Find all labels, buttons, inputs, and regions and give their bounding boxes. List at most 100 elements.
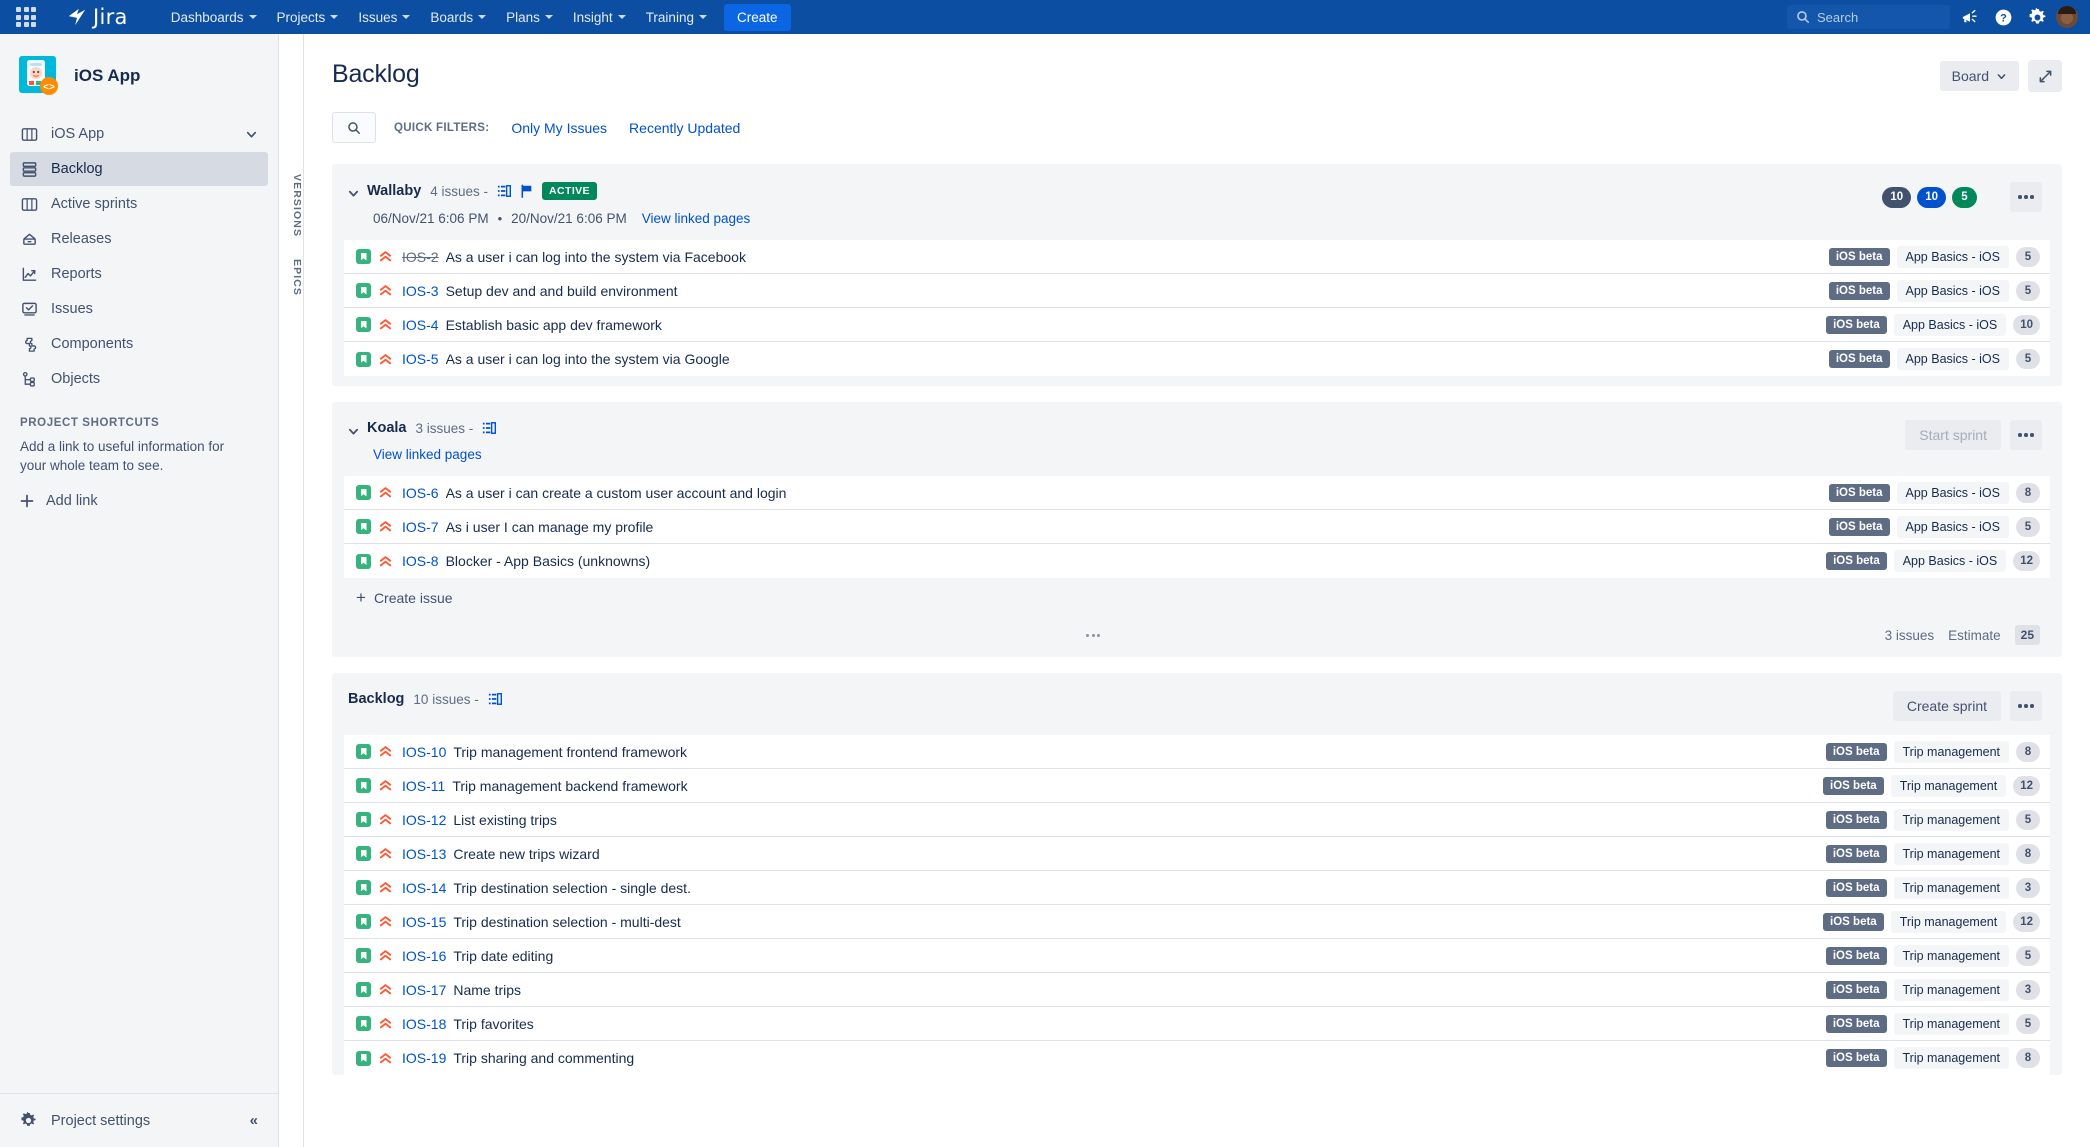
user-avatar[interactable] xyxy=(2056,6,2078,28)
announcements-button[interactable] xyxy=(1954,2,1984,32)
start-sprint-button[interactable]: Start sprint xyxy=(1905,420,2001,450)
project-settings-link[interactable]: Project settings xyxy=(51,1113,236,1129)
list-columns-icon[interactable] xyxy=(488,692,502,706)
sidebar-item-active-sprints[interactable]: Active sprints xyxy=(10,187,268,221)
issue-key[interactable]: IOS-6 xyxy=(402,485,439,501)
issue-row-ios-4[interactable]: IOS-4 Establish basic app dev framework … xyxy=(344,308,2050,342)
nav-item-dashboards[interactable]: Dashboards xyxy=(162,5,266,30)
issue-key[interactable]: IOS-13 xyxy=(402,846,446,862)
version-lozenge[interactable]: iOS beta xyxy=(1828,517,1890,536)
pill-todo[interactable]: 10 xyxy=(1882,186,1912,208)
story-points-badge[interactable]: 3 xyxy=(2016,877,2040,898)
project-header[interactable]: <> iOS App xyxy=(0,34,278,111)
nav-item-training[interactable]: Training xyxy=(637,5,716,30)
story-points-badge[interactable]: 8 xyxy=(2016,482,2040,503)
chevron-down-icon[interactable] xyxy=(344,422,362,440)
story-points-badge[interactable]: 5 xyxy=(2016,246,2040,267)
epic-lozenge[interactable]: App Basics - iOS xyxy=(1893,550,2007,572)
epic-lozenge[interactable]: Trip management xyxy=(1893,1012,2009,1035)
story-points-badge[interactable]: 12 xyxy=(2013,775,2040,796)
sprint-more-actions-button[interactable] xyxy=(2010,420,2042,450)
sidebar-item-objects[interactable]: Objects xyxy=(10,362,268,396)
flag-icon[interactable] xyxy=(520,184,533,198)
epic-lozenge[interactable]: App Basics - iOS xyxy=(1893,313,2007,336)
issue-key[interactable]: IOS-18 xyxy=(402,1016,446,1032)
story-points-badge[interactable]: 5 xyxy=(2016,1013,2040,1034)
backlog-more-actions-button[interactable] xyxy=(2010,691,2042,721)
version-lozenge[interactable]: iOS beta xyxy=(1825,1014,1887,1033)
issue-key[interactable]: IOS-10 xyxy=(402,744,446,760)
epic-lozenge[interactable]: Trip management xyxy=(1893,842,2009,865)
vertical-tab-versions[interactable]: VERSIONS xyxy=(279,174,303,237)
epic-lozenge[interactable]: App Basics - iOS xyxy=(1896,245,2009,268)
epic-lozenge[interactable]: App Basics - iOS xyxy=(1896,348,2009,370)
version-lozenge[interactable]: iOS beta xyxy=(1823,776,1884,795)
version-lozenge[interactable]: iOS beta xyxy=(1828,281,1890,300)
issue-row-ios-8[interactable]: IOS-8 Blocker - App Basics (unknowns) iO… xyxy=(344,544,2050,578)
epic-lozenge[interactable]: Trip management xyxy=(1893,944,2009,967)
issue-row-ios-2[interactable]: IOS-2 As a user i can log into the syste… xyxy=(344,240,2050,274)
issue-key[interactable]: IOS-4 xyxy=(402,317,439,333)
story-points-badge[interactable]: 10 xyxy=(2013,314,2040,335)
sidebar-item-reports[interactable]: Reports xyxy=(10,257,268,291)
backlog-scroll-area[interactable]: Wallaby 4 issues - ACTIVE 06/Nov/21 6:06… xyxy=(304,164,2090,1147)
view-linked-pages-link[interactable]: View linked pages xyxy=(642,211,751,226)
list-columns-icon[interactable] xyxy=(497,184,512,198)
sidebar-item-issues[interactable]: Issues xyxy=(10,292,268,326)
nav-item-projects[interactable]: Projects xyxy=(268,5,348,30)
chevron-down-icon[interactable] xyxy=(344,184,362,202)
pill-done[interactable]: 5 xyxy=(1952,186,1977,208)
version-lozenge[interactable]: iOS beta xyxy=(1825,878,1887,897)
issue-key[interactable]: IOS-14 xyxy=(402,880,446,896)
version-lozenge[interactable]: iOS beta xyxy=(1823,912,1884,931)
story-points-badge[interactable]: 3 xyxy=(2016,979,2040,1000)
issue-row-ios-13[interactable]: IOS-13 Create new trips wizard iOS beta … xyxy=(344,837,2050,871)
add-link-button[interactable]: Add link xyxy=(0,475,278,527)
issue-key[interactable]: IOS-2 xyxy=(402,249,439,265)
issue-row-ios-18[interactable]: IOS-18 Trip favorites iOS beta Trip mana… xyxy=(344,1007,2050,1041)
story-points-badge[interactable]: 5 xyxy=(2016,280,2040,301)
view-linked-pages-link[interactable]: View linked pages xyxy=(373,447,482,462)
issue-row-ios-19[interactable]: IOS-19 Trip sharing and commenting iOS b… xyxy=(344,1041,2050,1075)
issue-key[interactable]: IOS-3 xyxy=(402,283,439,299)
sprint-name[interactable]: Koala xyxy=(367,420,407,436)
story-points-badge[interactable]: 12 xyxy=(2013,911,2040,932)
issue-key[interactable]: IOS-8 xyxy=(402,553,439,569)
story-points-badge[interactable]: 8 xyxy=(2016,1048,2040,1068)
sidebar-item-backlog[interactable]: Backlog xyxy=(10,152,268,186)
epic-lozenge[interactable]: Trip management xyxy=(1893,1047,2009,1069)
nav-item-boards[interactable]: Boards xyxy=(421,5,495,30)
pill-inprogress[interactable]: 10 xyxy=(1917,186,1946,208)
issue-key[interactable]: IOS-11 xyxy=(402,778,445,794)
epic-lozenge[interactable]: App Basics - iOS xyxy=(1896,481,2009,504)
sidebar-item-ios-app[interactable]: iOS App xyxy=(10,117,268,151)
version-lozenge[interactable]: iOS beta xyxy=(1825,742,1887,761)
sidebar-item-releases[interactable]: Releases xyxy=(10,222,268,256)
story-points-badge[interactable]: 8 xyxy=(2016,741,2040,762)
issue-key[interactable]: IOS-16 xyxy=(402,948,446,964)
vertical-tab-epics[interactable]: EPICS xyxy=(279,259,303,296)
fullscreen-button[interactable] xyxy=(2028,60,2062,92)
story-points-badge[interactable]: 5 xyxy=(2016,945,2040,966)
quick-filter-recently-updated[interactable]: Recently Updated xyxy=(629,120,740,136)
settings-button[interactable] xyxy=(2022,2,2052,32)
story-points-badge[interactable]: 5 xyxy=(2016,809,2040,830)
issue-row-ios-16[interactable]: IOS-16 Trip date editing iOS beta Trip m… xyxy=(344,939,2050,973)
epic-lozenge[interactable]: Trip management xyxy=(1893,808,2009,831)
version-lozenge[interactable]: iOS beta xyxy=(1825,1049,1887,1067)
story-points-badge[interactable]: 5 xyxy=(2016,516,2040,537)
epic-lozenge[interactable]: Trip management xyxy=(1893,740,2009,763)
epic-lozenge[interactable]: Trip management xyxy=(1890,774,2007,797)
story-points-badge[interactable]: 12 xyxy=(2013,551,2040,571)
issue-row-ios-7[interactable]: IOS-7 As i user I can manage my profile … xyxy=(344,510,2050,544)
issue-row-ios-6[interactable]: IOS-6 As a user i can create a custom us… xyxy=(344,476,2050,510)
nav-item-issues[interactable]: Issues xyxy=(349,5,419,30)
issue-key[interactable]: IOS-5 xyxy=(402,351,439,367)
double-chevron-left-icon[interactable]: « xyxy=(250,1112,258,1129)
version-lozenge[interactable]: iOS beta xyxy=(1826,315,1887,334)
version-lozenge[interactable]: iOS beta xyxy=(1828,247,1890,266)
issue-row-ios-10[interactable]: IOS-10 Trip management frontend framewor… xyxy=(344,735,2050,769)
issue-key[interactable]: IOS-17 xyxy=(402,982,446,998)
story-points-badge[interactable]: 8 xyxy=(2016,843,2040,864)
nav-item-plans[interactable]: Plans xyxy=(497,5,562,30)
